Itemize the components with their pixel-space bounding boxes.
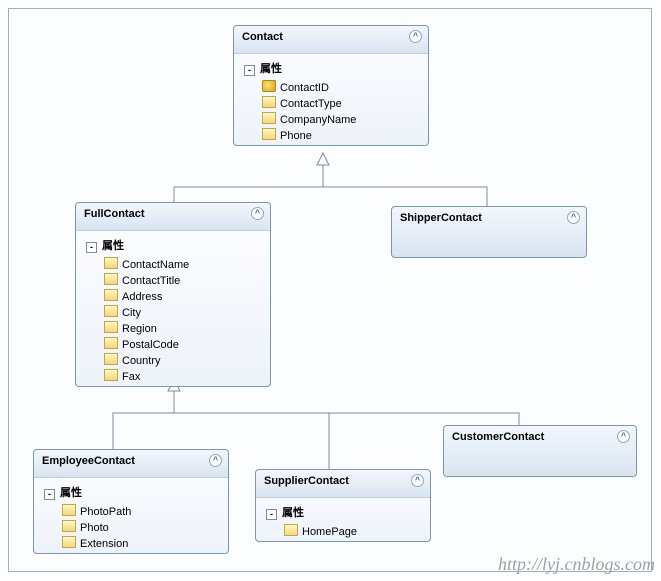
entity-title: SupplierContact (264, 475, 349, 487)
property-row[interactable]: Address (82, 288, 264, 304)
property-row[interactable]: City (82, 304, 264, 320)
entity-title: FullContact (84, 208, 145, 220)
entity-header: CustomerContact ^ (444, 426, 636, 476)
property-row[interactable]: CompanyName (240, 111, 422, 127)
property-row[interactable]: Fax (82, 368, 264, 384)
entity-contact[interactable]: Contact ^ 属性 ContactID ContactType Compa… (233, 25, 429, 146)
collapse-icon[interactable]: ^ (251, 207, 264, 220)
entity-header: ShipperContact ^ (392, 207, 586, 257)
properties-section: 属性 ContactName ContactTitle Address City… (76, 231, 270, 386)
entity-header: Contact ^ (234, 26, 428, 54)
entity-title: EmployeeContact (42, 455, 135, 467)
property-row[interactable]: PhotoPath (40, 503, 222, 519)
properties-heading[interactable]: 属性 (240, 57, 422, 79)
properties-heading[interactable]: 属性 (40, 481, 222, 503)
entity-title: Contact (242, 31, 283, 43)
property-row[interactable]: Extension (40, 535, 222, 551)
entity-customercontact[interactable]: CustomerContact ^ (443, 425, 637, 477)
property-row[interactable]: Region (82, 320, 264, 336)
entity-fullcontact[interactable]: FullContact ^ 属性 ContactName ContactTitl… (75, 202, 271, 387)
entity-header: EmployeeContact ^ (34, 450, 228, 478)
entity-suppliercontact[interactable]: SupplierContact ^ 属性 HomePage (255, 469, 431, 542)
watermark-text: http://lyj.cnblogs.com (498, 554, 655, 575)
property-row[interactable]: ContactID (240, 79, 422, 95)
entity-title: CustomerContact (452, 431, 544, 443)
collapse-icon[interactable]: ^ (209, 454, 222, 467)
entity-header: FullContact ^ (76, 203, 270, 231)
collapse-icon[interactable]: ^ (411, 474, 424, 487)
diagram-frame: Contact ^ 属性 ContactID ContactType Compa… (8, 8, 652, 572)
properties-section: 属性 PhotoPath Photo Extension (34, 478, 228, 553)
entity-header: SupplierContact ^ (256, 470, 430, 498)
collapse-icon[interactable]: ^ (409, 30, 422, 43)
property-row[interactable]: HomePage (262, 523, 424, 539)
entity-employeecontact[interactable]: EmployeeContact ^ 属性 PhotoPath Photo Ext… (33, 449, 229, 554)
property-row[interactable]: Photo (40, 519, 222, 535)
property-row[interactable]: PostalCode (82, 336, 264, 352)
properties-section: 属性 HomePage (256, 498, 430, 541)
property-row[interactable]: Phone (240, 127, 422, 143)
entity-title: ShipperContact (400, 212, 482, 224)
property-row[interactable]: ContactName (82, 256, 264, 272)
properties-heading[interactable]: 属性 (82, 234, 264, 256)
property-row[interactable]: Country (82, 352, 264, 368)
property-row[interactable]: ContactType (240, 95, 422, 111)
property-row[interactable]: ContactTitle (82, 272, 264, 288)
collapse-icon[interactable]: ^ (617, 430, 630, 443)
properties-section: 属性 ContactID ContactType CompanyName Pho… (234, 54, 428, 145)
collapse-icon[interactable]: ^ (567, 211, 580, 224)
entity-shippercontact[interactable]: ShipperContact ^ (391, 206, 587, 258)
properties-heading[interactable]: 属性 (262, 501, 424, 523)
